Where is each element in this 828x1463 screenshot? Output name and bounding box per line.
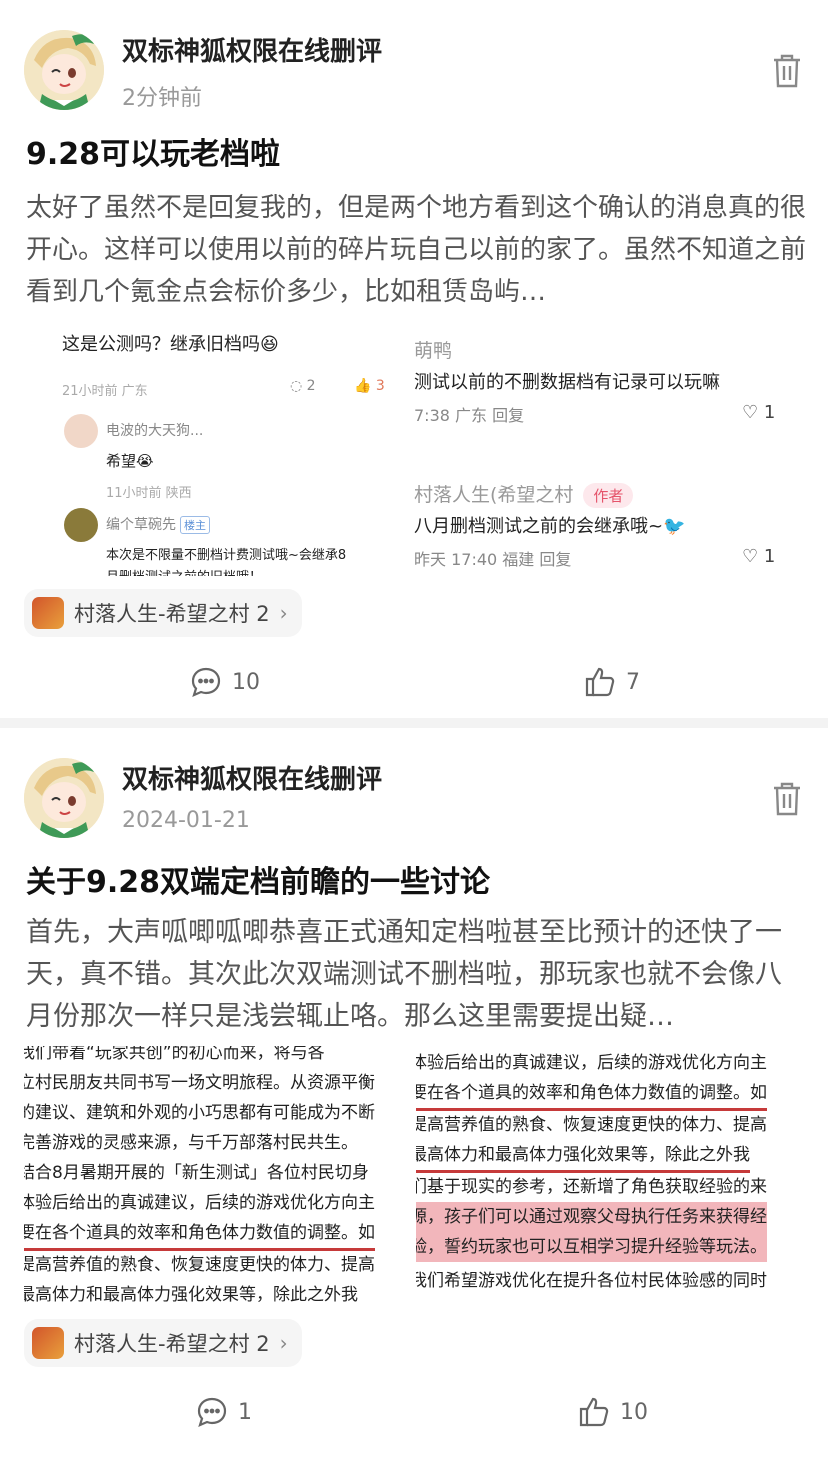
doc-line-highlighted: 源，孩子们可以通过观察父母执行任务来获得经 bbox=[416, 1202, 767, 1232]
shot-like-count: 👍 3 bbox=[354, 378, 385, 394]
doc-line: 的建议、建筑和外观的小巧思都有可能成为不断 bbox=[24, 1103, 375, 1123]
doc-line: 我们带着“玩家共创”的初心而来，将与各 bbox=[24, 1046, 325, 1063]
op-badge: 楼主 bbox=[180, 516, 210, 534]
shot-like1: ♡ 1 bbox=[742, 402, 776, 423]
doc-line: 体验后给出的真诚建议，后续的游戏优化方向主 bbox=[416, 1053, 767, 1073]
shot-like2: ♡ 1 bbox=[742, 546, 776, 567]
game-icon bbox=[32, 1327, 64, 1359]
post-title[interactable]: 关于9.28双端定档前瞻的一些讨论 bbox=[26, 857, 490, 901]
post-time: 2分钟前 bbox=[122, 86, 202, 111]
like-button[interactable]: 7 bbox=[584, 666, 640, 698]
comment-button[interactable]: 10 bbox=[190, 666, 260, 698]
trash-icon[interactable] bbox=[772, 54, 802, 88]
doc-line: 最高体力和最高体力强化效果等，除此之外我 bbox=[24, 1285, 358, 1305]
doc-line: 体验后给出的真诚建议，后续的游戏优化方向主 bbox=[24, 1193, 375, 1213]
shot-reply1-meta: 11小时前 陕西 bbox=[106, 486, 192, 501]
shot-name1: 萌鸭 bbox=[414, 340, 453, 362]
doc-line: 完善游戏的灵感来源，与千万部落村民共生。 bbox=[24, 1133, 358, 1153]
author-tag: 作者 bbox=[583, 483, 634, 508]
comment-count: 10 bbox=[232, 669, 260, 695]
doc-line: 我们希望游戏优化在提升各位村民体验感的同时 bbox=[416, 1271, 767, 1291]
post-time: 2024-01-21 bbox=[122, 808, 250, 833]
post-image-right[interactable]: 萌鸭 测试以前的不删数据档有记录可以玩嘛 7:38 广东 回复 ♡ 1 村落人生… bbox=[412, 318, 804, 576]
post-stats: 10 7 bbox=[0, 662, 828, 706]
author-name[interactable]: 双标神狐权限在线删评 bbox=[122, 31, 382, 68]
post-body[interactable]: 太好了虽然不是回复我的，但是两个地方看到这个确认的消息真的很开心。这样可以使用以… bbox=[26, 187, 806, 313]
doc-line-highlighted: 验，誓约玩家也可以互相学习提升经验等玩法。 bbox=[416, 1232, 767, 1262]
post-image-left[interactable]: 这是公测吗？继承旧档吗😆 21小时前 广东 ◌ 2 👍 3 电波的大天狗... … bbox=[24, 318, 416, 576]
avatar[interactable] bbox=[24, 758, 104, 838]
shot-meta2: 昨天 17:40 福建 回复 bbox=[414, 550, 572, 569]
heart-icon: ♡ bbox=[742, 546, 759, 567]
comment-bubble-icon bbox=[191, 667, 221, 697]
like-button[interactable]: 10 bbox=[578, 1396, 648, 1428]
shot-text2: 八月删档测试之前的会继承哦~🐦 bbox=[414, 516, 686, 537]
doc-line: 们基于现实的参考，还新增了角色获取经验的来 bbox=[416, 1177, 767, 1197]
trash-icon[interactable] bbox=[772, 782, 802, 816]
comment-bubble-icon: ◌ bbox=[290, 378, 303, 394]
thumbs-up-icon bbox=[585, 667, 615, 697]
shot-reply1-text: 希望😭 bbox=[106, 452, 154, 470]
shot-comment-text: 这是公测吗？继承旧档吗😆 bbox=[62, 334, 279, 355]
game-icon bbox=[32, 597, 64, 629]
post-title[interactable]: 9.28可以玩老档啦 bbox=[26, 129, 280, 173]
avatar[interactable] bbox=[24, 30, 104, 110]
like-count: 10 bbox=[620, 1399, 648, 1425]
chevron-right-icon: › bbox=[279, 601, 288, 625]
doc-line: 提高营养值的熟食、恢复速度更快的体力、提高 bbox=[24, 1255, 375, 1275]
shot-reply1-name: 电波的大天狗... bbox=[106, 423, 204, 439]
game-tag-label: 村落人生-希望之村 2 bbox=[74, 1332, 270, 1356]
game-tag[interactable]: 村落人生-希望之村 2 › bbox=[24, 589, 302, 637]
avatar bbox=[64, 414, 98, 448]
thumbs-up-icon bbox=[579, 1397, 609, 1427]
post-image-left[interactable]: 我们带着“玩家共创”的初心而来，将与各 立村民朋友共同书写一场文明旅程。从资源平… bbox=[24, 1046, 416, 1306]
chevron-right-icon: › bbox=[279, 1331, 288, 1355]
doc-line-underlined: 要在各个道具的效率和角色体力数值的调整。如 bbox=[24, 1218, 375, 1251]
divider bbox=[0, 718, 828, 728]
shot-comment-count: ◌ 2 bbox=[290, 378, 316, 394]
comment-count: 1 bbox=[238, 1399, 252, 1425]
shot-comment-meta: 21小时前 广东 bbox=[62, 384, 148, 399]
avatar bbox=[64, 508, 98, 542]
doc-line: 结合8月暑期开展的「新生测试」各位村民切身 bbox=[24, 1163, 369, 1183]
doc-line-underlined: 最高体力和最高体力强化效果等，除此之外我 bbox=[416, 1140, 750, 1173]
post-card[interactable]: 双标神狐权限在线删评 2分钟前 9.28可以玩老档啦 太好了虽然不是回复我的，但… bbox=[0, 0, 828, 718]
post-body[interactable]: 首先，大声呱唧呱唧恭喜正式通知定档啦甚至比预计的还快了一天，真不错。其次此次双端… bbox=[26, 912, 806, 1040]
game-tag[interactable]: 村落人生-希望之村 2 › bbox=[24, 1319, 302, 1367]
shot-reply2-text: 本次是不限量不删档计费测试哦~会继承8 bbox=[106, 548, 347, 563]
comment-bubble-icon bbox=[197, 1397, 227, 1427]
post-image-right[interactable]: 体验后给出的真诚建议，后续的游戏优化方向主 要在各个道具的效率和角色体力数值的调… bbox=[416, 1046, 808, 1306]
shot-reply2-text2: 月删档测试之前的旧档哦！ bbox=[106, 566, 262, 576]
thumbs-up-icon: 👍 bbox=[354, 378, 372, 394]
like-count: 7 bbox=[626, 669, 640, 695]
shot-text1: 测试以前的不删数据档有记录可以玩嘛 bbox=[414, 372, 720, 393]
shot-meta1: 7:38 广东 回复 bbox=[414, 406, 525, 425]
doc-line: 立村民朋友共同书写一场文明旅程。从资源平衡 bbox=[24, 1073, 375, 1093]
heart-icon: ♡ bbox=[742, 402, 759, 423]
author-name[interactable]: 双标神狐权限在线删评 bbox=[122, 759, 382, 796]
doc-line: 提高营养值的熟食、恢复速度更快的体力、提高 bbox=[416, 1115, 767, 1135]
post-card[interactable]: 双标神狐权限在线删评 2024-01-21 关于9.28双端定档前瞻的一些讨论 … bbox=[0, 728, 828, 1463]
post-stats: 1 10 bbox=[0, 1392, 828, 1436]
shot-name2: 村落人生(希望之村 作者 bbox=[414, 480, 634, 508]
comment-button[interactable]: 1 bbox=[196, 1396, 252, 1428]
game-tag-label: 村落人生-希望之村 2 bbox=[74, 602, 270, 626]
doc-line-underlined: 要在各个道具的效率和角色体力数值的调整。如 bbox=[416, 1078, 767, 1111]
shot-reply2-name: 编个草碗先 楼主 bbox=[106, 514, 210, 534]
